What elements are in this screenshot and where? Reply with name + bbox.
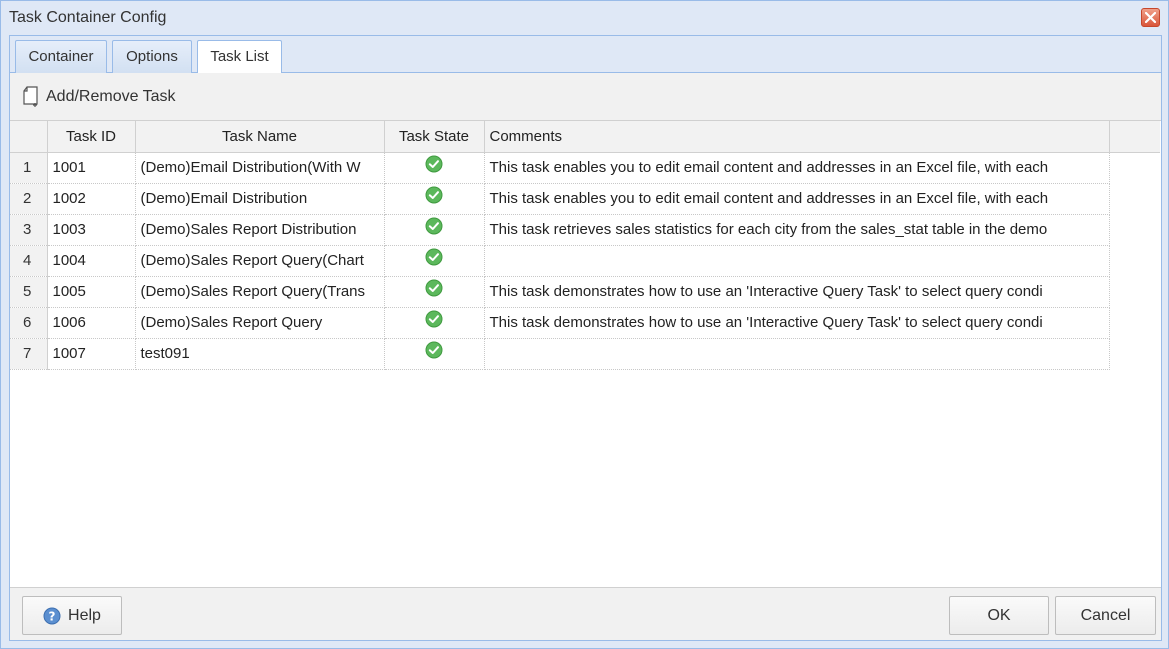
task-state-cell[interactable] (384, 276, 485, 308)
window-title: Task Container Config (9, 9, 167, 26)
check-icon (425, 279, 443, 297)
comments-cell[interactable] (484, 245, 1110, 277)
check-icon (425, 248, 443, 266)
task-name-cell[interactable]: (Demo)Email Distribution(With W (135, 152, 385, 184)
row-number-cell[interactable]: 5 (10, 276, 48, 308)
new-document-icon (23, 86, 38, 107)
help-button[interactable]: ? Help (22, 596, 122, 635)
task-state-cell[interactable] (384, 214, 485, 246)
task-state-cell[interactable] (384, 307, 485, 339)
cancel-button[interactable]: Cancel (1055, 596, 1156, 635)
row-number-cell[interactable]: 2 (10, 183, 48, 215)
column-header-task-id[interactable]: Task ID (47, 121, 136, 153)
task-state-cell[interactable] (384, 245, 485, 277)
help-icon: ? (43, 607, 61, 624)
comments-cell[interactable]: This task demonstrates how to use an 'In… (484, 307, 1110, 339)
dialog-footer: ? Help OK Cancel (10, 587, 1161, 640)
check-icon (425, 155, 443, 173)
tab-container[interactable]: Container (15, 40, 107, 73)
task-state-cell[interactable] (384, 152, 485, 184)
task-name-cell[interactable]: (Demo)Sales Report Query (135, 307, 385, 339)
task-id-cell[interactable]: 1005 (47, 276, 136, 308)
comments-cell[interactable]: This task enables you to edit email cont… (484, 152, 1110, 184)
check-icon (425, 341, 443, 359)
table-row[interactable]: 2 1002 (Demo)Email Distribution This task e… (10, 183, 1160, 215)
toolbar: Add/Remove Task (10, 73, 1161, 121)
main-panel: Container Options Task List Add/Remove T… (9, 35, 1162, 641)
column-header-filler (1109, 121, 1160, 153)
close-button[interactable] (1141, 8, 1160, 27)
table-row[interactable]: 1 1001 (Demo)Email Distribution(With W This… (10, 152, 1160, 184)
close-icon (1145, 12, 1156, 23)
row-number-cell[interactable]: 3 (10, 214, 48, 246)
row-number-header (10, 121, 48, 153)
column-header-task-state[interactable]: Task State (384, 121, 485, 153)
help-label: Help (68, 606, 101, 624)
task-id-cell[interactable]: 1004 (47, 245, 136, 277)
comments-cell[interactable] (484, 338, 1110, 370)
row-number-cell[interactable]: 1 (10, 152, 48, 184)
tab-strip: Container Options Task List (10, 36, 1161, 74)
table-row[interactable]: 7 1007 test091 (10, 338, 1160, 370)
row-number-cell[interactable]: 6 (10, 307, 48, 339)
task-container-config-dialog: Task Container Config Container Options … (0, 0, 1169, 649)
row-number-cell[interactable]: 7 (10, 338, 48, 370)
task-state-cell[interactable] (384, 338, 485, 370)
filler-cell (1109, 183, 1160, 214)
comments-cell[interactable]: This task enables you to edit email cont… (484, 183, 1110, 215)
title-bar[interactable]: Task Container Config (1, 1, 1168, 35)
tab-options[interactable]: Options (112, 40, 192, 73)
table-header-row: Task ID Task Name Task State Comments (10, 121, 1160, 153)
task-id-cell[interactable]: 1006 (47, 307, 136, 339)
task-name-cell[interactable]: (Demo)Sales Report Query(Trans (135, 276, 385, 308)
task-name-cell[interactable]: (Demo)Sales Report Query(Chart (135, 245, 385, 277)
task-name-cell[interactable]: test091 (135, 338, 385, 370)
filler-cell (1109, 152, 1160, 183)
filler-cell (1109, 276, 1160, 307)
comments-cell[interactable]: This task retrieves sales statistics for… (484, 214, 1110, 246)
check-icon (425, 217, 443, 235)
filler-cell (1109, 245, 1160, 276)
table-row[interactable]: 3 1003 (Demo)Sales Report Distribution This… (10, 214, 1160, 246)
table-row[interactable]: 4 1004 (Demo)Sales Report Query(Chart (10, 245, 1160, 277)
ok-button[interactable]: OK (949, 596, 1049, 635)
filler-cell (1109, 307, 1160, 338)
svg-text:?: ? (49, 609, 56, 623)
filler-cell (1109, 338, 1160, 369)
task-name-cell[interactable]: (Demo)Sales Report Distribution (135, 214, 385, 246)
table-row[interactable]: 5 1005 (Demo)Sales Report Query(Trans This … (10, 276, 1160, 308)
add-remove-task-button[interactable]: Add/Remove Task (22, 85, 176, 109)
task-state-cell[interactable] (384, 183, 485, 215)
check-icon (425, 186, 443, 204)
column-header-task-name[interactable]: Task Name (135, 121, 385, 153)
row-number-cell[interactable]: 4 (10, 245, 48, 277)
task-name-cell[interactable]: (Demo)Email Distribution (135, 183, 385, 215)
task-id-cell[interactable]: 1003 (47, 214, 136, 246)
tab-task-list[interactable]: Task List (197, 40, 282, 74)
task-id-cell[interactable]: 1002 (47, 183, 136, 215)
task-grid: Task ID Task Name Task State Comments 11… (10, 121, 1161, 587)
check-icon (425, 310, 443, 328)
task-id-cell[interactable]: 1007 (47, 338, 136, 370)
task-id-cell[interactable]: 1001 (47, 152, 136, 184)
task-table: Task ID Task Name Task State Comments 11… (10, 121, 1160, 370)
comments-cell[interactable]: This task demonstrates how to use an 'In… (484, 276, 1110, 308)
filler-cell (1109, 214, 1160, 245)
add-remove-task-label: Add/Remove Task (46, 88, 176, 105)
table-row[interactable]: 6 1006 (Demo)Sales Report Query This task d… (10, 307, 1160, 339)
column-header-comments[interactable]: Comments (484, 121, 1110, 153)
